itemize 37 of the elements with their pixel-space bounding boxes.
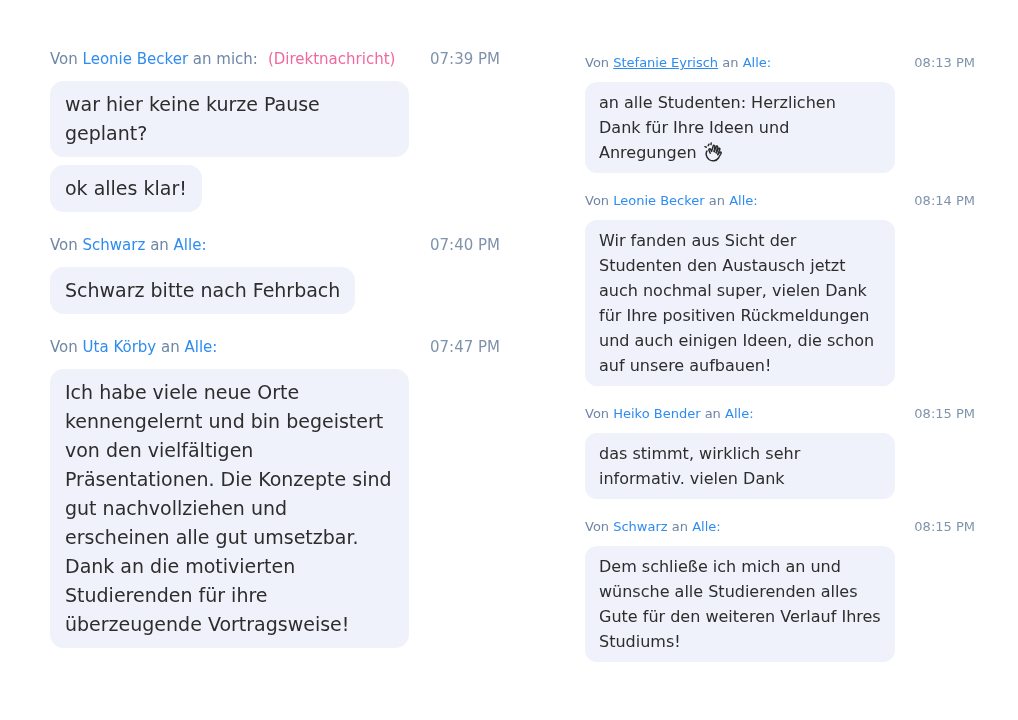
sender-link[interactable]: Stefanie Eyrisch	[613, 55, 719, 70]
message-bubble: das stimmt, wirklich sehr informativ. vielen Dank	[585, 433, 895, 499]
sender-link[interactable]: Schwarz	[613, 519, 668, 534]
message-bubble: Wir fanden aus Sicht der Studenten den Austausch jetzt auch nochmal super, vielen Dank für Ihre positiven Rückmeldungen und auch einigen Ideen, die schon auf unsere aufbauen!	[585, 220, 895, 386]
message-bubble: Dem schließe ich mich an und wünsche alle Studierenden alles Gute für den weiteren Verlauf Ihres Studiums!	[585, 546, 895, 662]
recipient-name[interactable]: Alle:	[742, 55, 772, 70]
message-header: Von Stefanie Eyrisch an Alle:	[585, 54, 772, 72]
message-header: Von Schwarz an Alle:	[585, 518, 721, 536]
message-bubble: Schwarz bitte nach Fehrbach	[50, 267, 356, 314]
message-bubble: ok alles klar!	[50, 165, 202, 212]
message-header: Von Schwarz an Alle:	[50, 235, 207, 256]
sender-link[interactable]: Schwarz	[82, 236, 146, 254]
timestamp: 07:40 PM	[430, 235, 500, 256]
timestamp: 08:14 PM	[914, 192, 975, 210]
message-header: Von Leonie Becker an mich:	[50, 49, 258, 70]
sender-link[interactable]: Leonie Becker	[82, 50, 189, 68]
recipient-name[interactable]: Alle:	[173, 236, 207, 254]
message-header: Von Uta Körby an Alle:	[50, 337, 218, 358]
recipient-name: mich:	[216, 50, 258, 68]
message-bubble: an alle Studenten: Herzlichen Dank für Ihre Ideen und Anregungen	[585, 82, 895, 173]
message-header: Von Leonie Becker an Alle:	[585, 192, 758, 210]
recipient-name[interactable]: Alle:	[692, 519, 721, 534]
direct-message-tag: (Direktnachricht)	[267, 48, 396, 70]
message-header: Von Heiko Bender an Alle:	[585, 405, 754, 423]
timestamp: 07:47 PM	[430, 337, 500, 358]
timestamp: 07:39 PM	[430, 49, 500, 70]
sender-link[interactable]: Leonie Becker	[613, 193, 705, 208]
recipient-name[interactable]: Alle:	[725, 406, 754, 421]
sender-link[interactable]: Uta Körby	[82, 338, 157, 356]
timestamp: 08:13 PM	[914, 54, 975, 72]
message-bubble: Ich habe viele neue Orte kennengelernt und bin begeistert von den vielfältigen Präsentationen. Die Konzepte sind gut nachvollziehen und erscheinen alle gut umsetzbar. Dank an die motivierten Studierenden für ihre überzeugende Vortragsweise!	[50, 369, 409, 648]
recipient-name[interactable]: Alle:	[184, 338, 218, 356]
sender-link[interactable]: Heiko Bender	[613, 406, 701, 421]
recipient-name[interactable]: Alle:	[729, 193, 758, 208]
message-bubble: war hier keine kurze Pause geplant?	[50, 81, 409, 157]
timestamp: 08:15 PM	[914, 518, 975, 536]
timestamp: 08:15 PM	[914, 405, 975, 423]
